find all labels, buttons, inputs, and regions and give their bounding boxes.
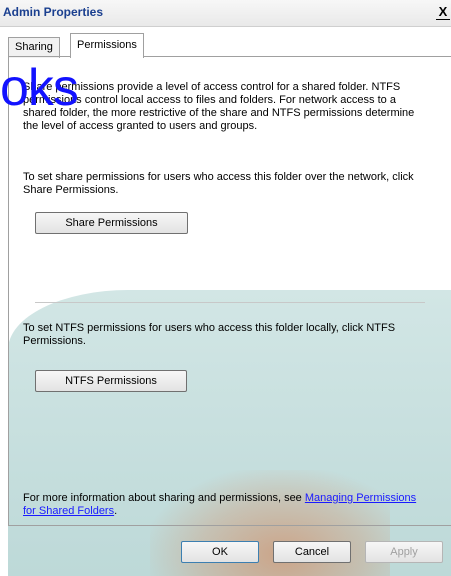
share-permissions-button[interactable]: Share Permissions	[35, 212, 188, 234]
section-divider	[35, 302, 425, 303]
title-bar: Admin Properties X	[0, 0, 451, 27]
watermark-text: oks	[0, 59, 79, 117]
more-info-text: For more information about sharing and p…	[23, 492, 418, 518]
ntfs-permissions-description: To set NTFS permissions for users who ac…	[23, 322, 396, 347]
ntfs-permissions-button[interactable]: NTFS Permissions	[35, 370, 187, 392]
intro-text: Share permissions provide a level of acc…	[23, 81, 415, 132]
tab-sharing[interactable]: Sharing	[8, 37, 60, 58]
apply-button[interactable]: Apply	[365, 541, 443, 563]
more-info-prefix: For more information about sharing and p…	[23, 492, 305, 504]
window-title: Admin Properties	[3, 5, 104, 19]
cancel-button[interactable]: Cancel	[273, 541, 351, 563]
share-permissions-description: To set share permissions for users who a…	[23, 171, 414, 196]
ok-button[interactable]: OK	[181, 541, 259, 563]
tab-strip: Sharing Permissions	[8, 33, 448, 58]
close-icon[interactable]: X	[436, 5, 450, 20]
more-info-suffix: .	[114, 505, 118, 517]
tab-permissions[interactable]: Permissions	[70, 33, 144, 58]
